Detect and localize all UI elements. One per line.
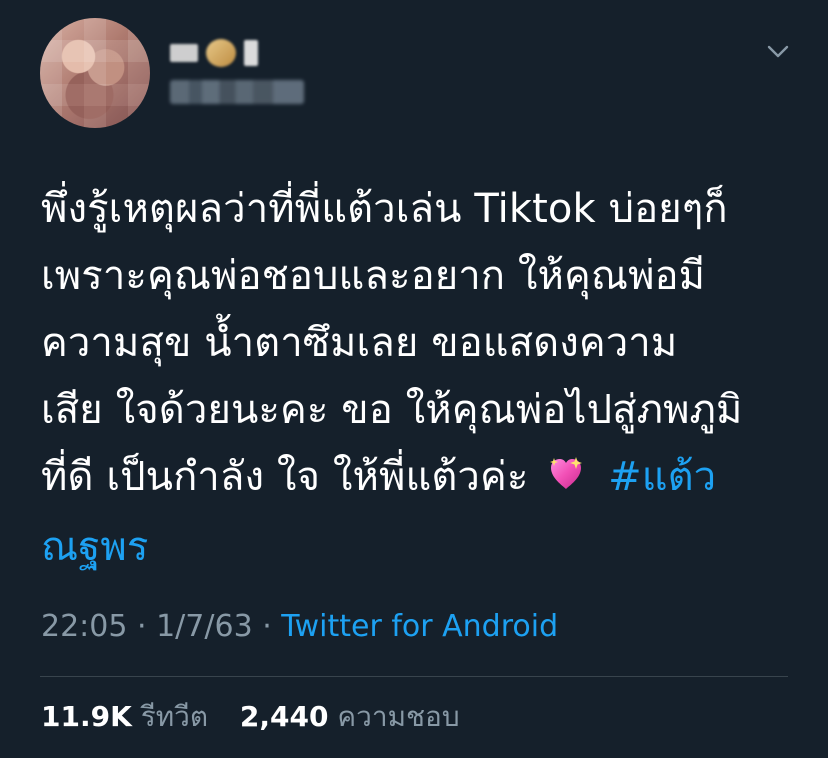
- display-name-segment: [170, 44, 198, 62]
- tweet-text: พึ่งรู้เหตุผลว่าที่พี่แต้วเล่น Tiktok บ่…: [41, 176, 801, 581]
- tweet-date: 1/7/63: [156, 609, 253, 644]
- avatar[interactable]: [40, 18, 150, 128]
- tweet-text-line: ความสุข น้ำตาซึมเลย ขอแสดงความ: [41, 320, 678, 366]
- more-options-chevron-icon[interactable]: [766, 42, 790, 60]
- hashtag-link-continued[interactable]: ณฐพร: [41, 514, 801, 581]
- divider: [40, 676, 788, 677]
- sparkling-heart-icon: [545, 447, 587, 514]
- retweets-count[interactable]: 11.9K: [41, 700, 132, 733]
- tweet-text-fragment: ที่ดี เป็นกำลัง ใจ ให้พี่แต้วค่ะ: [41, 454, 529, 500]
- tweet-text-line-with-hashtag: ที่ดี เป็นกำลัง ใจ ให้พี่แต้วค่ะ #แต้ว: [41, 444, 801, 514]
- tweet-source-link[interactable]: Twitter for Android: [281, 609, 558, 644]
- display-name-emoji-blurred: [206, 39, 236, 67]
- tweet-meta: 22:05 · 1/7/63 · Twitter for Android: [41, 607, 558, 647]
- tweet-time: 22:05: [41, 609, 128, 644]
- meta-separator: ·: [262, 609, 282, 644]
- tweet-stats: 11.9K รีทวีต 2,440 ความชอบ: [41, 698, 460, 736]
- likes-count[interactable]: 2,440: [240, 700, 329, 733]
- tweet-text-line: พึ่งรู้เหตุผลว่าที่พี่แต้วเล่น Tiktok บ่…: [41, 186, 728, 232]
- likes-label[interactable]: ความชอบ: [337, 700, 459, 733]
- tweet-card: พึ่งรู้เหตุผลว่าที่พี่แต้วเล่น Tiktok บ่…: [0, 0, 828, 758]
- tweet-text-line: เสีย ใจด้วยนะคะ ขอ ให้คุณพ่อไปสู่ภพภูมิ: [41, 387, 743, 433]
- display-name-emoji-blurred: [244, 40, 258, 66]
- display-name-blurred[interactable]: [170, 36, 282, 70]
- tweet-text-line: เพราะคุณพ่อชอบและอยาก ให้คุณพ่อมี: [41, 253, 706, 299]
- retweets-label[interactable]: รีทวีต: [141, 700, 208, 733]
- username-handle-blurred[interactable]: [170, 80, 304, 104]
- hashtag-link[interactable]: #แต้ว: [608, 454, 716, 500]
- meta-separator: ·: [137, 609, 157, 644]
